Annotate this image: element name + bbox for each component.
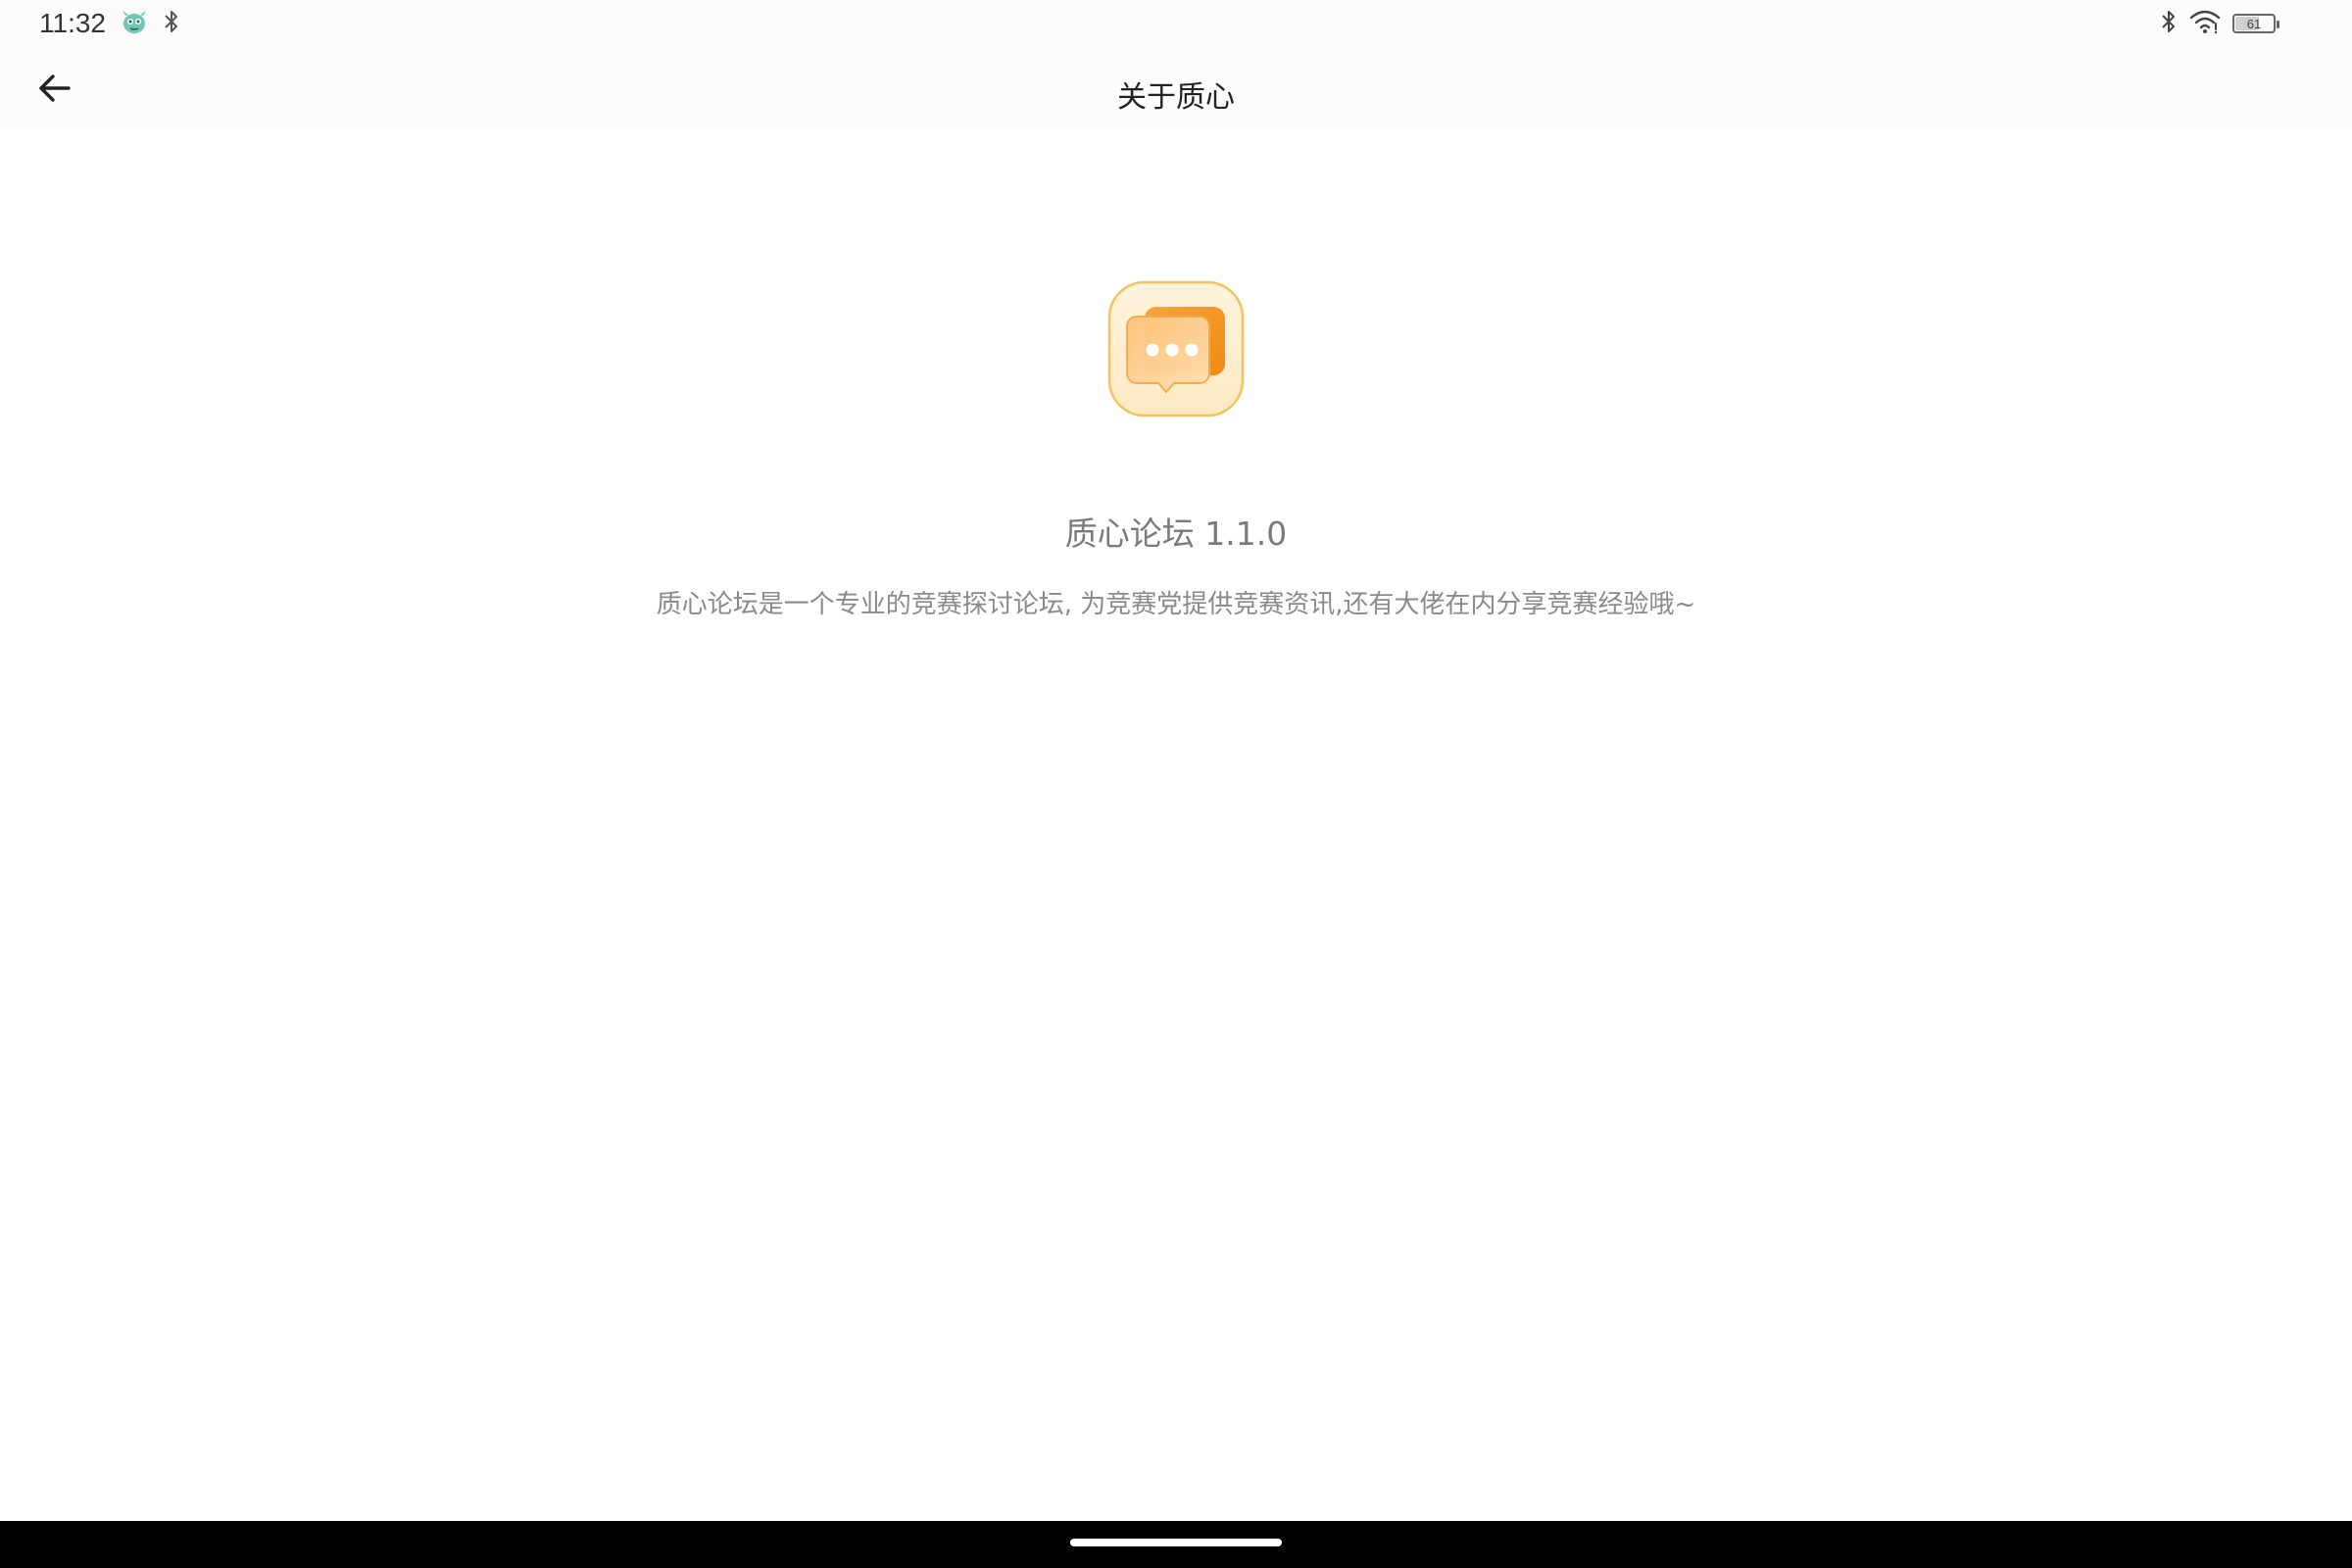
alien-face-icon (120, 7, 149, 40)
status-bar: 11:32 61 (0, 0, 2352, 49)
status-right-icons: 61 (2160, 8, 2279, 39)
app-name-version: 质心论坛 1.1.0 (1064, 514, 1288, 553)
app-description: 质心论坛是一个专业的竞赛探讨论坛, 为竞赛党提供竞赛资讯,还有大佬在内分享竞赛经… (656, 590, 1696, 619)
home-indicator[interactable] (1070, 1539, 1282, 1546)
status-left-icons (120, 8, 180, 39)
navigation-bar (0, 1521, 2352, 1568)
status-time: 11:32 (39, 8, 106, 38)
battery-level: 61 (2246, 16, 2262, 31)
bluetooth-icon (2160, 8, 2178, 39)
page-title: 关于质心 (1117, 80, 1235, 115)
app-logo (1107, 280, 1245, 417)
wifi-icon (2189, 8, 2221, 39)
battery-icon: 61 (2232, 14, 2279, 33)
bluetooth-icon (163, 8, 180, 39)
app-bar: 关于质心 (0, 49, 2352, 131)
